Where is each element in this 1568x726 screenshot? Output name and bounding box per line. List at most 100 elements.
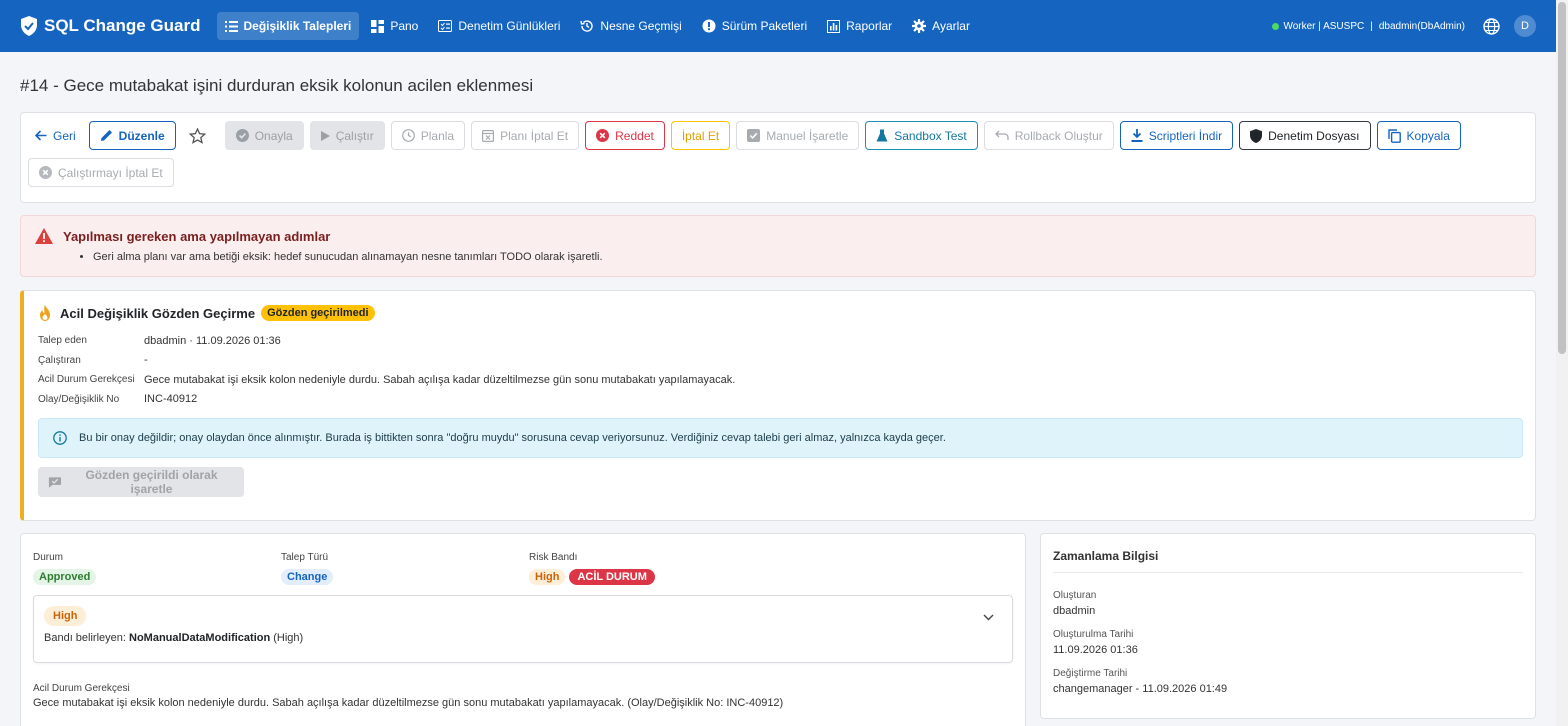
timing-label: Oluşturulma Tarihi — [1053, 629, 1134, 640]
field-value: - — [144, 354, 148, 367]
type-label: Talep Türü — [281, 552, 329, 563]
rollback-button[interactable]: Rollback Oluştur — [983, 121, 1114, 150]
emergency-reason-value: Gece mutabakat işi eksik kolon nedeniyle… — [33, 697, 784, 709]
main-content: #14 - Gece mutabakat işini durduran eksi… — [20, 52, 1536, 726]
info-text: Bu bir onay değildir; onay olaydan önce … — [79, 432, 946, 444]
favorite-button[interactable] — [181, 121, 219, 150]
field-label: Olay/Değişiklik No — [38, 393, 120, 405]
sandbox-test-button[interactable]: Sandbox Test — [865, 121, 978, 150]
run-label: Çalıştır — [335, 128, 374, 143]
review-info-box: Bu bir onay değildir; onay olaydan önce … — [38, 418, 1523, 458]
nav-label: Değişiklik Talepleri — [243, 19, 352, 33]
reject-label: Reddet — [615, 128, 654, 143]
edit-label: Düzenle — [118, 128, 165, 143]
back-label: Geri — [53, 128, 76, 143]
field-value: Gece mutabakat işi eksik kolon nedeniyle… — [144, 373, 736, 386]
copy-button[interactable]: Kopyala — [1376, 121, 1461, 150]
run-button[interactable]: Çalıştır — [309, 121, 385, 150]
scrollbar-thumb[interactable] — [1558, 2, 1566, 354]
details-section: Durum Approved Talep Türü Change Risk Ba… — [20, 533, 1536, 726]
brand[interactable]: SQL Change Guard — [20, 16, 201, 36]
timing-label: Oluşturan — [1053, 590, 1097, 601]
review-fields: Talep eden dbadmin · 11.09.2026 01:36 Ça… — [38, 331, 1523, 409]
risk-determiner: Bandı belirleyen: NoManualDataModificati… — [44, 632, 1002, 644]
review-status-badge: Gözden geçirilmedi — [261, 305, 375, 321]
fire-icon — [40, 305, 50, 321]
gear-icon — [912, 19, 927, 33]
cancel-button[interactable]: İptal Et — [670, 121, 731, 150]
nav-settings[interactable]: Ayarlar — [904, 12, 978, 40]
page-scrollbar[interactable] — [1556, 0, 1568, 726]
download-icon — [1131, 129, 1143, 142]
request-details-card: Durum Approved Talep Türü Change Risk Ba… — [20, 533, 1026, 726]
field-emergency-reason: Acil Durum Gerekçesi Gece mutabakat işi … — [38, 370, 1523, 390]
mark-reviewed-button[interactable]: Gözden geçirildi olarak işaretle — [38, 467, 244, 497]
timing-value: changemanager - 11.09.2026 01:49 — [1053, 683, 1228, 695]
edit-button[interactable]: Düzenle — [88, 121, 176, 150]
arrow-left-icon — [35, 130, 47, 141]
star-icon — [188, 127, 206, 144]
approve-button[interactable]: Onayla — [224, 121, 304, 150]
nav-audit-logs[interactable]: Denetim Günlükleri — [430, 12, 568, 40]
cancel-label: İptal Et — [681, 128, 720, 143]
emergency-badge: ACİL DURUM — [569, 569, 655, 585]
back-button[interactable]: Geri — [28, 121, 83, 150]
dashboard-icon — [371, 19, 385, 33]
field-label: Talep eden — [38, 335, 87, 347]
timing-value: 11.09.2026 01:36 — [1053, 644, 1138, 656]
nav-label: Nesne Geçmişi — [600, 19, 682, 33]
missing-steps-alert: Yapılması gereken ama yapılmayan adımlar… — [20, 215, 1536, 277]
timing-created-by: Oluşturan dbadmin — [1053, 590, 1523, 617]
risk-determiner-prefix: Bandı belirleyen: — [44, 632, 126, 644]
nav-label: Raporlar — [846, 19, 893, 33]
info-icon — [53, 431, 67, 445]
chevron-down-icon[interactable] — [983, 614, 994, 621]
user-name[interactable]: dbadmin(DbAdmin) — [1379, 21, 1465, 32]
risk-rule-name: NoManualDataModification — [129, 632, 271, 644]
reject-button[interactable]: Reddet — [585, 121, 665, 150]
nav-dashboard[interactable]: Pano — [363, 12, 426, 40]
status-badge: Approved — [33, 569, 97, 585]
alert-item: Geri alma planı var ama betiği eksik: he… — [93, 251, 1521, 263]
rollback-label: Rollback Oluştur — [1014, 128, 1103, 143]
field-incident-no: Olay/Değişiklik No INC-40912 — [38, 390, 1523, 410]
cancel-run-button[interactable]: Çalıştırmayı İptal Et — [28, 158, 174, 187]
field-label: Çalıştıran — [38, 354, 81, 366]
sandbox-label: Sandbox Test — [894, 128, 967, 143]
nav-right: Worker | ASUSPC | dbadmin(DbAdmin) D — [1272, 15, 1536, 37]
comment-check-icon — [48, 476, 62, 488]
separator: | — [1370, 20, 1373, 32]
nav-change-requests[interactable]: Değişiklik Talepleri — [216, 12, 360, 40]
field-value: dbadmin · 11.09.2026 01:36 — [144, 334, 281, 347]
top-navbar: SQL Change Guard Değişiklik Talepleri Pa… — [0, 0, 1556, 52]
field-value: INC-40912 — [144, 393, 198, 406]
undo-icon — [994, 130, 1009, 140]
list-icon — [224, 20, 238, 32]
flask-icon — [876, 129, 888, 142]
download-scripts-button[interactable]: Scriptleri İndir — [1119, 121, 1234, 150]
globe-icon[interactable] — [1483, 17, 1500, 35]
status-label: Durum — [33, 552, 64, 563]
avatar[interactable]: D — [1514, 15, 1536, 37]
history-icon — [580, 20, 594, 32]
timing-title: Zamanlama Bilgisi — [1053, 549, 1523, 573]
nav-release-packages[interactable]: Sürüm Paketleri — [694, 12, 815, 40]
timing-modified: Değiştirme Tarihi changemanager - 11.09.… — [1053, 668, 1523, 695]
nav-object-history[interactable]: Nesne Geçmişi — [572, 12, 689, 40]
shield-check-icon — [21, 16, 37, 36]
manual-mark-button[interactable]: Manuel İşaretle — [736, 121, 860, 150]
action-toolbar: Geri Düzenle Onayla Çalıştır Planla Plan… — [20, 112, 1536, 203]
risk-label: Risk Bandı — [529, 552, 578, 563]
cancel-plan-button[interactable]: Planı İptal Et — [471, 121, 580, 150]
pencil-icon — [100, 130, 112, 141]
alert-list: Geri alma planı var ama betiği eksik: he… — [93, 251, 1521, 263]
emergency-review-card: Acil Değişiklik Gözden Geçirme Gözden ge… — [20, 290, 1536, 521]
package-icon — [702, 19, 716, 33]
schedule-button[interactable]: Planla — [390, 121, 466, 150]
risk-accordion[interactable]: High Bandı belirleyen: NoManualDataModif… — [33, 595, 1013, 663]
audit-file-button[interactable]: Denetim Dosyası — [1239, 121, 1371, 150]
chart-icon — [827, 19, 841, 33]
nav-reports[interactable]: Raporlar — [819, 12, 900, 40]
field-label: Acil Durum Gerekçesi — [38, 374, 135, 386]
timing-created-at: Oluşturulma Tarihi 11.09.2026 01:36 — [1053, 629, 1523, 656]
